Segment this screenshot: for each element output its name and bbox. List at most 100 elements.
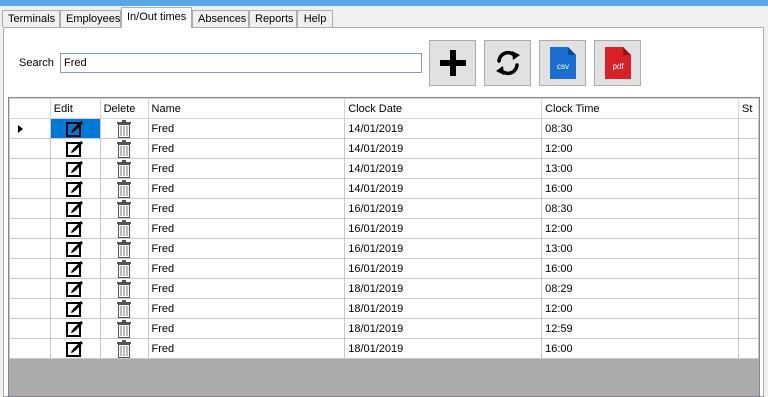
table-row[interactable]: Fred 18/01/2019 12:59	[9, 318, 759, 339]
edit-button[interactable]	[49, 298, 101, 319]
row-header[interactable]	[9, 258, 51, 279]
clock-date-cell[interactable]: 18/01/2019	[344, 298, 543, 319]
status-cell[interactable]	[737, 198, 759, 219]
row-header[interactable]	[9, 238, 51, 259]
clock-date-cell[interactable]: 18/01/2019	[344, 318, 543, 339]
name-cell[interactable]: Fred	[147, 198, 346, 219]
name-cell[interactable]: Fred	[147, 318, 346, 339]
name-cell[interactable]: Fred	[147, 258, 346, 279]
name-cell[interactable]: Fred	[147, 118, 346, 139]
clock-time-cell[interactable]: 12:00	[541, 138, 739, 159]
name-cell[interactable]: Fred	[147, 278, 346, 299]
row-header[interactable]	[9, 138, 51, 159]
delete-button[interactable]	[99, 298, 149, 319]
column-header-delete[interactable]: Delete	[99, 98, 149, 119]
clock-time-cell[interactable]: 08:30	[541, 118, 739, 139]
status-cell[interactable]	[737, 178, 759, 199]
export-csv-button[interactable]: csv	[539, 40, 586, 86]
delete-button[interactable]	[99, 218, 149, 239]
table-row[interactable]: Fred 16/01/2019 13:00	[9, 238, 759, 259]
search-input[interactable]	[60, 53, 422, 73]
row-header[interactable]	[9, 198, 51, 219]
add-button[interactable]	[429, 40, 476, 86]
row-header[interactable]	[9, 338, 51, 359]
column-header-clock-time[interactable]: Clock Time	[541, 98, 739, 119]
clock-time-cell[interactable]: 13:00	[541, 238, 739, 259]
edit-button[interactable]	[49, 258, 101, 279]
clock-time-cell[interactable]: 08:30	[541, 198, 739, 219]
table-row[interactable]: Fred 14/01/2019 08:30	[9, 118, 759, 139]
tab-employees[interactable]: Employees	[60, 10, 121, 27]
tab-reports[interactable]: Reports	[249, 10, 297, 27]
row-header[interactable]	[9, 278, 51, 299]
row-header[interactable]	[9, 118, 51, 139]
table-row[interactable]: Fred 16/01/2019 12:00	[9, 218, 759, 239]
edit-button[interactable]	[49, 178, 101, 199]
status-cell[interactable]	[737, 258, 759, 279]
edit-button[interactable]	[49, 338, 101, 359]
row-header[interactable]	[9, 218, 51, 239]
status-cell[interactable]	[737, 278, 759, 299]
delete-button[interactable]	[99, 178, 149, 199]
status-cell[interactable]	[737, 338, 759, 359]
edit-button[interactable]	[49, 238, 101, 259]
table-row[interactable]: Fred 14/01/2019 13:00	[9, 158, 759, 179]
name-cell[interactable]: Fred	[147, 138, 346, 159]
edit-button[interactable]	[49, 118, 101, 139]
status-cell[interactable]	[737, 318, 759, 339]
clock-time-cell[interactable]: 12:59	[541, 318, 739, 339]
export-pdf-button[interactable]: pdf	[594, 40, 641, 86]
edit-button[interactable]	[49, 158, 101, 179]
delete-button[interactable]	[99, 338, 149, 359]
clock-time-cell[interactable]: 13:00	[541, 158, 739, 179]
edit-button[interactable]	[49, 138, 101, 159]
clock-time-cell[interactable]: 16:00	[541, 258, 739, 279]
clock-date-cell[interactable]: 16/01/2019	[344, 238, 543, 259]
name-cell[interactable]: Fred	[147, 178, 346, 199]
clock-date-cell[interactable]: 16/01/2019	[344, 258, 543, 279]
clock-time-cell[interactable]: 12:00	[541, 218, 739, 239]
name-cell[interactable]: Fred	[147, 338, 346, 359]
tab-in-out-times[interactable]: In/Out times	[121, 7, 192, 28]
delete-button[interactable]	[99, 238, 149, 259]
delete-button[interactable]	[99, 278, 149, 299]
column-header-name[interactable]: Name	[147, 98, 346, 119]
column-header-st[interactable]: St	[737, 98, 759, 119]
clock-time-cell[interactable]: 16:00	[541, 338, 739, 359]
edit-button[interactable]	[49, 218, 101, 239]
clock-date-cell[interactable]: 14/01/2019	[344, 118, 543, 139]
refresh-button[interactable]	[484, 40, 531, 86]
tab-help[interactable]: Help	[297, 10, 333, 27]
status-cell[interactable]	[737, 238, 759, 259]
name-cell[interactable]: Fred	[147, 298, 346, 319]
tab-absences[interactable]: Absences	[192, 10, 249, 27]
delete-button[interactable]	[99, 118, 149, 139]
clock-date-cell[interactable]: 16/01/2019	[344, 198, 543, 219]
clock-time-cell[interactable]: 12:00	[541, 298, 739, 319]
delete-button[interactable]	[99, 258, 149, 279]
table-row[interactable]: Fred 16/01/2019 08:30	[9, 198, 759, 219]
clock-times-grid[interactable]: Edit Delete Name Clock Date Clock Time S…	[8, 97, 760, 397]
edit-button[interactable]	[49, 318, 101, 339]
table-row[interactable]: Fred 18/01/2019 08:29	[9, 278, 759, 299]
delete-button[interactable]	[99, 158, 149, 179]
row-header[interactable]	[9, 318, 51, 339]
row-header[interactable]	[9, 158, 51, 179]
edit-button[interactable]	[49, 278, 101, 299]
clock-date-cell[interactable]: 14/01/2019	[344, 178, 543, 199]
clock-date-cell[interactable]: 18/01/2019	[344, 338, 543, 359]
table-row[interactable]: Fred 18/01/2019 12:00	[9, 298, 759, 319]
column-header-clock-date[interactable]: Clock Date	[344, 98, 543, 119]
name-cell[interactable]: Fred	[147, 218, 346, 239]
delete-button[interactable]	[99, 138, 149, 159]
clock-time-cell[interactable]: 16:00	[541, 178, 739, 199]
clock-time-cell[interactable]: 08:29	[541, 278, 739, 299]
status-cell[interactable]	[737, 218, 759, 239]
row-header[interactable]	[9, 298, 51, 319]
status-cell[interactable]	[737, 118, 759, 139]
name-cell[interactable]: Fred	[147, 158, 346, 179]
clock-date-cell[interactable]: 14/01/2019	[344, 158, 543, 179]
clock-date-cell[interactable]: 16/01/2019	[344, 218, 543, 239]
table-row[interactable]: Fred 18/01/2019 16:00	[9, 338, 759, 359]
name-cell[interactable]: Fred	[147, 238, 346, 259]
